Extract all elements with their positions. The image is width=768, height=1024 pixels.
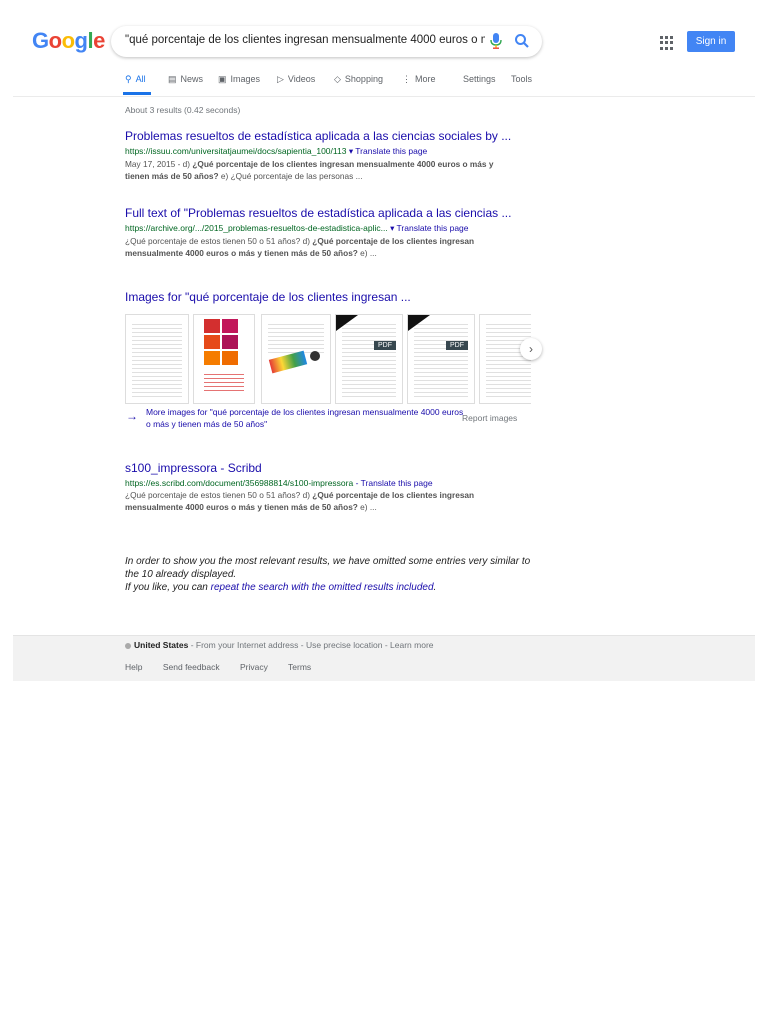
privacy-link[interactable]: Privacy (240, 662, 268, 672)
result-url-text[interactable]: https://issuu.com/universitatjaumei/docs… (125, 146, 346, 156)
image-thumbnail[interactable] (261, 314, 331, 404)
video-icon: ▷ (277, 74, 284, 84)
result-url: https://issuu.com/universitatjaumei/docs… (125, 146, 525, 157)
more-images-text[interactable]: More images for "qué porcentaje de los c… (146, 406, 466, 430)
tab-tools[interactable]: Tools (511, 74, 532, 84)
logo-letter: o (48, 28, 62, 53)
result-url: https://archive.org/.../2015_problemas-r… (125, 223, 525, 234)
tab-settings[interactable]: Settings (463, 74, 496, 84)
tab-shopping[interactable]: ◇ Shopping (334, 74, 383, 85)
country: United States (134, 640, 189, 650)
result-url-text[interactable]: https://archive.org/.../2015_problemas-r… (125, 223, 388, 233)
translate-link[interactable]: - Translate this page (356, 478, 433, 488)
search-icon: ⚲ (125, 74, 132, 84)
tab-more[interactable]: ⋮ More (402, 74, 436, 85)
search-result: Problemas resueltos de estadística aplic… (125, 129, 525, 182)
image-thumbnail[interactable] (479, 314, 531, 404)
result-snippet: ¿Qué porcentaje de estos tienen 50 o 51 … (125, 490, 475, 512)
result-title-link[interactable]: Full text of "Problemas resueltos de est… (125, 206, 525, 220)
tab-all[interactable]: ⚲ All (123, 74, 151, 95)
tab-label: Tools (511, 74, 533, 84)
send-feedback-link[interactable]: Send feedback (163, 662, 220, 672)
image-pack: Images for "qué porcentaje de los client… (125, 290, 545, 429)
search-result: Full text of "Problemas resueltos de est… (125, 206, 525, 259)
repeat-search-link[interactable]: repeat the search with the omitted resul… (211, 582, 434, 593)
more-icon: ⋮ (402, 74, 411, 84)
image-thumbnail[interactable]: PDF (407, 314, 475, 404)
search-results-page: Google "qué porcentaje de los clientes i… (13, 0, 755, 681)
location-dot-icon (125, 642, 131, 649)
tab-label: Images (230, 74, 261, 84)
footer-links: Help Send feedback Privacy Terms (125, 662, 329, 672)
translate-link[interactable]: ▾ Translate this page (390, 223, 468, 233)
apps-grid-icon[interactable] (660, 36, 674, 50)
tab-label: Shopping (344, 74, 383, 84)
active-tab-indicator (123, 92, 151, 95)
tab-label: Settings (463, 74, 496, 84)
location-line: United States - From your Internet addre… (125, 640, 434, 650)
image-icon: ▣ (218, 74, 227, 84)
image-thumbnails: PDF PDF (125, 314, 531, 404)
help-link[interactable]: Help (125, 662, 142, 672)
result-title-link[interactable]: Problemas resueltos de estadística aplic… (125, 129, 525, 143)
chevron-right-icon[interactable]: › (520, 338, 542, 360)
pdf-badge: PDF (374, 341, 396, 350)
terms-link[interactable]: Terms (288, 662, 311, 672)
tab-label: Videos (287, 74, 316, 84)
footer: United States - From your Internet addre… (13, 635, 755, 681)
search-input[interactable]: "qué porcentaje de los clientes ingresan… (125, 34, 485, 46)
header: Google "qué porcentaje de los clientes i… (13, 0, 755, 97)
image-pack-title[interactable]: Images for "qué porcentaje de los client… (125, 290, 545, 304)
tab-videos[interactable]: ▷ Videos (277, 74, 315, 85)
search-box[interactable]: "qué porcentaje de los clientes ingresan… (111, 26, 542, 57)
tab-label: News (180, 74, 204, 84)
pdf-badge: PDF (446, 341, 468, 350)
translate-link[interactable]: ▾ Translate this page (349, 146, 427, 156)
image-thumbnail[interactable] (125, 314, 189, 404)
result-title-link[interactable]: s100_impressora - Scribd (125, 461, 525, 475)
search-icon[interactable] (514, 33, 530, 49)
omitted-prefix: If you like, you can (125, 582, 211, 593)
arrow-right-icon: → (126, 409, 138, 423)
result-snippet: May 17, 2015 - d) ¿Qué porcentaje de los… (125, 159, 494, 181)
logo-letter: g (74, 28, 88, 53)
logo-letter: G (32, 28, 49, 53)
omitted-suffix: . (433, 582, 437, 593)
news-icon: ▤ (168, 74, 177, 84)
logo-letter: o (61, 28, 75, 53)
report-images-link[interactable]: Report images (462, 413, 517, 423)
tab-images[interactable]: ▣ Images (218, 74, 260, 85)
result-url-text[interactable]: https://es.scribd.com/document/356988814… (125, 478, 353, 488)
search-result: s100_impressora - Scribd https://es.scri… (125, 461, 525, 513)
result-url: https://es.scribd.com/document/356988814… (125, 478, 525, 488)
microphone-icon[interactable] (489, 33, 503, 49)
omitted-text: In order to show you the most relevant r… (125, 556, 531, 580)
tab-label: All (135, 74, 146, 84)
result-stats: About 3 results (0.42 seconds) (125, 105, 241, 115)
sign-in-button[interactable]: Sign in (687, 31, 735, 52)
tag-icon: ◇ (334, 74, 341, 84)
image-thumbnail[interactable] (193, 314, 255, 404)
omitted-results-notice: In order to show you the most relevant r… (125, 555, 545, 594)
tab-news[interactable]: ▤ News (168, 74, 203, 85)
logo-letter: e (93, 28, 105, 53)
location-text[interactable]: - From your Internet address - Use preci… (188, 640, 434, 650)
tab-label: More (415, 74, 436, 84)
google-logo[interactable]: Google (32, 28, 105, 54)
image-thumbnail[interactable]: PDF (335, 314, 403, 404)
result-snippet: ¿Qué porcentaje de estos tienen 50 o 51 … (125, 236, 475, 258)
